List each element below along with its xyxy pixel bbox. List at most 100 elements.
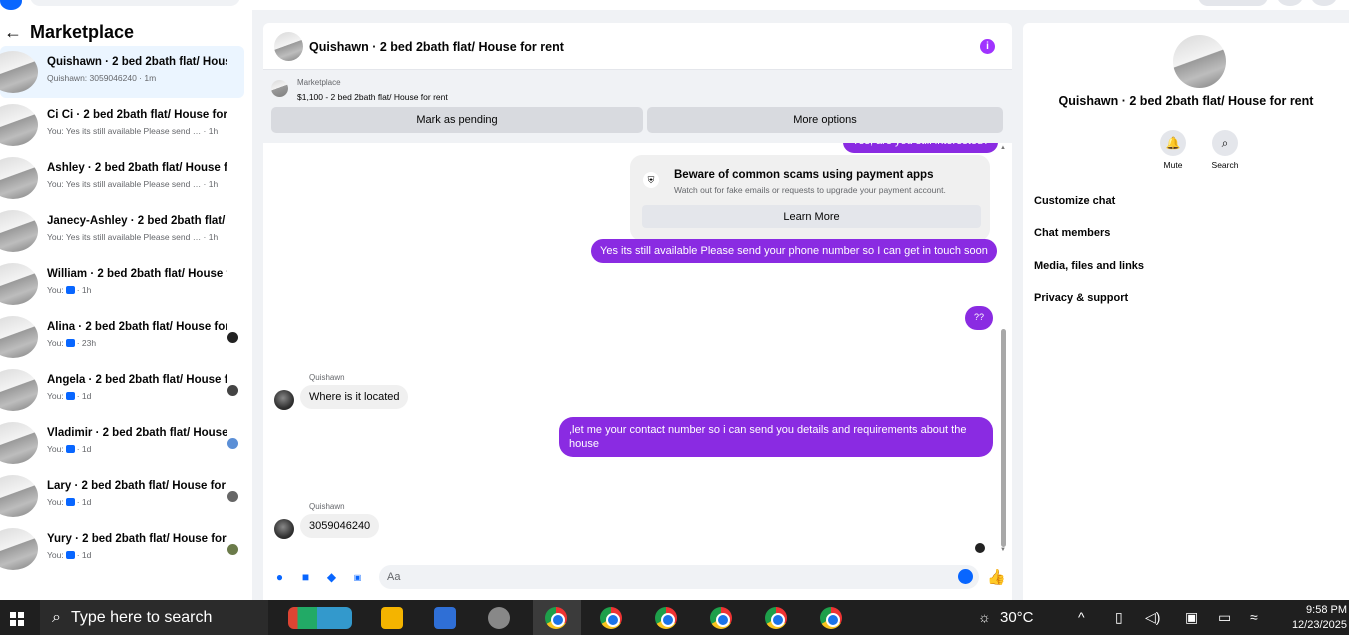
scroll-up-arrow-icon[interactable]: ▲: [1000, 145, 1006, 151]
sender-avatar[interactable]: [274, 519, 294, 539]
conversation-item[interactable]: William · 2 bed 2bath flat/ House for re…: [0, 258, 244, 310]
facebook-logo-icon[interactable]: [0, 0, 22, 10]
chrome-icon[interactable]: [600, 607, 622, 629]
seen-avatar: [227, 438, 238, 449]
media-files-links-item[interactable]: Media, files and links: [1034, 260, 1144, 272]
sticker-icon[interactable]: ◆: [325, 571, 338, 584]
top-messenger-icon[interactable]: [1277, 0, 1303, 6]
thumbs-up-icon: [65, 445, 75, 453]
windows-start-icon[interactable]: [10, 612, 24, 626]
read-receipt-avatar: [975, 543, 985, 553]
microsoft-store-icon[interactable]: [434, 607, 456, 629]
thumbs-up-icon: [65, 286, 75, 294]
search-label: Search: [1211, 160, 1239, 170]
top-menu-button[interactable]: [1198, 0, 1268, 6]
chrome-icon[interactable]: [820, 607, 842, 629]
details-listing-thumbnail[interactable]: [1173, 35, 1226, 88]
listing-thumbnail: [0, 422, 38, 464]
chrome-icon[interactable]: [545, 607, 567, 629]
conversation-item[interactable]: Yury · 2 bed 2bath flat/ House for rent …: [0, 523, 244, 575]
chrome-icon[interactable]: [710, 607, 732, 629]
back-arrow-icon[interactable]: ←: [4, 22, 22, 43]
conversation-title: Vladimir · 2 bed 2bath flat/ House for r…: [47, 427, 227, 439]
privacy-support-item[interactable]: Privacy & support: [1034, 292, 1128, 304]
preview-time: · 1d: [76, 391, 92, 401]
chat-details-panel: Quishawn · 2 bed 2bath flat/ House for r…: [1023, 23, 1349, 600]
battery-icon[interactable]: ▭: [1218, 609, 1231, 626]
file-explorer-icon[interactable]: [381, 607, 403, 629]
thumbs-up-icon: [65, 392, 75, 400]
more-options-button[interactable]: More options: [647, 107, 1003, 133]
preview-prefix: You:: [47, 444, 64, 454]
customize-chat-item[interactable]: Customize chat: [1034, 195, 1115, 207]
taskbar-clock[interactable]: 9:58 PM 12/23/2025: [1287, 603, 1347, 633]
details-title: Quishawn · 2 bed 2bath flat/ House for r…: [1058, 94, 1314, 108]
chat-title[interactable]: Quishawn · 2 bed 2bath flat/ House for r…: [309, 40, 564, 54]
listing-source: Marketplace: [297, 78, 341, 87]
top-notifications-icon[interactable]: [1311, 0, 1337, 6]
chat-members-item[interactable]: Chat members: [1034, 227, 1110, 239]
taskbar-search-box[interactable]: ⌕ Type here to search: [40, 600, 268, 635]
conversation-title: Ashley · 2 bed 2bath flat/ House for ren…: [47, 162, 227, 174]
scroll-down-arrow-icon[interactable]: ▼: [1000, 547, 1006, 553]
info-icon[interactable]: i: [980, 39, 995, 54]
conversation-item[interactable]: Angela · 2 bed 2bath flat/ House for ren…: [0, 364, 244, 416]
photo-icon[interactable]: ■: [299, 571, 312, 584]
meet-now-icon[interactable]: ▯: [1115, 609, 1123, 626]
conversation-sidebar: ← Marketplace Quishawn · 2 bed 2bath fla…: [0, 10, 252, 600]
scrollbar-thumb[interactable]: [1001, 329, 1006, 547]
conversation-item[interactable]: Lary · 2 bed 2bath flat/ House for rent …: [0, 470, 244, 522]
emoji-icon[interactable]: [958, 569, 973, 584]
search-icon[interactable]: ⌕: [1212, 130, 1238, 156]
incoming-message: Where is it located: [300, 385, 409, 409]
message-composer: ● ■ ◆ ▣ Aa 👍: [263, 563, 1012, 593]
conversation-preview: You: · 1h: [47, 285, 237, 295]
notification-app-icon[interactable]: ▣: [1185, 609, 1198, 626]
preview-time: · 1d: [76, 550, 92, 560]
listing-price-title[interactable]: $1,100 - 2 bed 2bath flat/ House for ren…: [297, 92, 448, 102]
sidebar-title: Marketplace: [30, 22, 135, 42]
conversation-title: Yury · 2 bed 2bath flat/ House for rent: [47, 533, 227, 545]
conversation-item[interactable]: Ci Ci · 2 bed 2bath flat/ House for rent…: [0, 99, 244, 151]
message-input[interactable]: Aa: [379, 565, 979, 589]
learn-more-button[interactable]: Learn More: [642, 205, 981, 228]
conversation-preview: You: Yes its still available Please send…: [47, 232, 219, 242]
conversation-item[interactable]: Quishawn · 2 bed 2bath flat/ House for r…: [0, 46, 244, 98]
conversation-title: Lary · 2 bed 2bath flat/ House for rent: [47, 480, 227, 492]
conversation-item[interactable]: Janecy-Ashley · 2 bed 2bath flat/ House …: [0, 205, 244, 257]
wifi-icon[interactable]: ≈: [1250, 609, 1258, 625]
conversation-preview: You: Yes its still available Please send…: [47, 126, 219, 136]
conversation-item[interactable]: Vladimir · 2 bed 2bath flat/ House for r…: [0, 417, 244, 469]
search-action[interactable]: ⌕ Search: [1205, 130, 1245, 170]
like-thumbs-up-icon[interactable]: 👍: [987, 568, 1006, 586]
conversation-preview: Quishawn: 3059046240 · 1m: [47, 73, 157, 83]
top-search-box[interactable]: [30, 0, 240, 6]
warning-body: Watch out for fake emails or requests to…: [674, 185, 946, 195]
chrome-icon[interactable]: [655, 607, 677, 629]
conversation-item[interactable]: Alina · 2 bed 2bath flat/ House for rent…: [0, 311, 244, 363]
chevron-up-icon[interactable]: ^: [1078, 609, 1085, 625]
bell-icon[interactable]: 🔔: [1160, 130, 1186, 156]
weather-temperature[interactable]: 30°C: [1000, 609, 1034, 626]
conversation-title: Alina · 2 bed 2bath flat/ House for rent: [47, 321, 227, 333]
mute-action[interactable]: 🔔 Mute: [1153, 130, 1193, 170]
snipping-tool-icon[interactable]: [488, 607, 510, 629]
seen-avatar: [227, 385, 238, 396]
chrome-icon[interactable]: [765, 607, 787, 629]
conversation-title: Janecy-Ashley · 2 bed 2bath flat/ House …: [47, 215, 227, 227]
widget-app-icon[interactable]: [288, 607, 352, 629]
chat-listing-thumbnail[interactable]: [274, 32, 303, 61]
gif-icon[interactable]: ▣: [351, 571, 364, 584]
sidebar-header: ← Marketplace: [4, 22, 134, 43]
conversation-title: Ci Ci · 2 bed 2bath flat/ House for rent: [47, 109, 227, 121]
mark-as-pending-button[interactable]: Mark as pending: [271, 107, 643, 133]
sender-avatar[interactable]: [274, 390, 294, 410]
message-scrollbar[interactable]: ▲ ▼: [999, 143, 1009, 559]
volume-icon[interactable]: ◁): [1145, 609, 1160, 626]
weather-icon[interactable]: ☼: [978, 609, 991, 625]
conversation-item[interactable]: Ashley · 2 bed 2bath flat/ House for ren…: [0, 152, 244, 204]
conversation-title: Quishawn · 2 bed 2bath flat/ House for r…: [47, 56, 227, 68]
message-sender: Quishawn: [309, 502, 345, 511]
preview-prefix: You:: [47, 285, 64, 295]
microphone-icon[interactable]: ●: [273, 571, 286, 584]
